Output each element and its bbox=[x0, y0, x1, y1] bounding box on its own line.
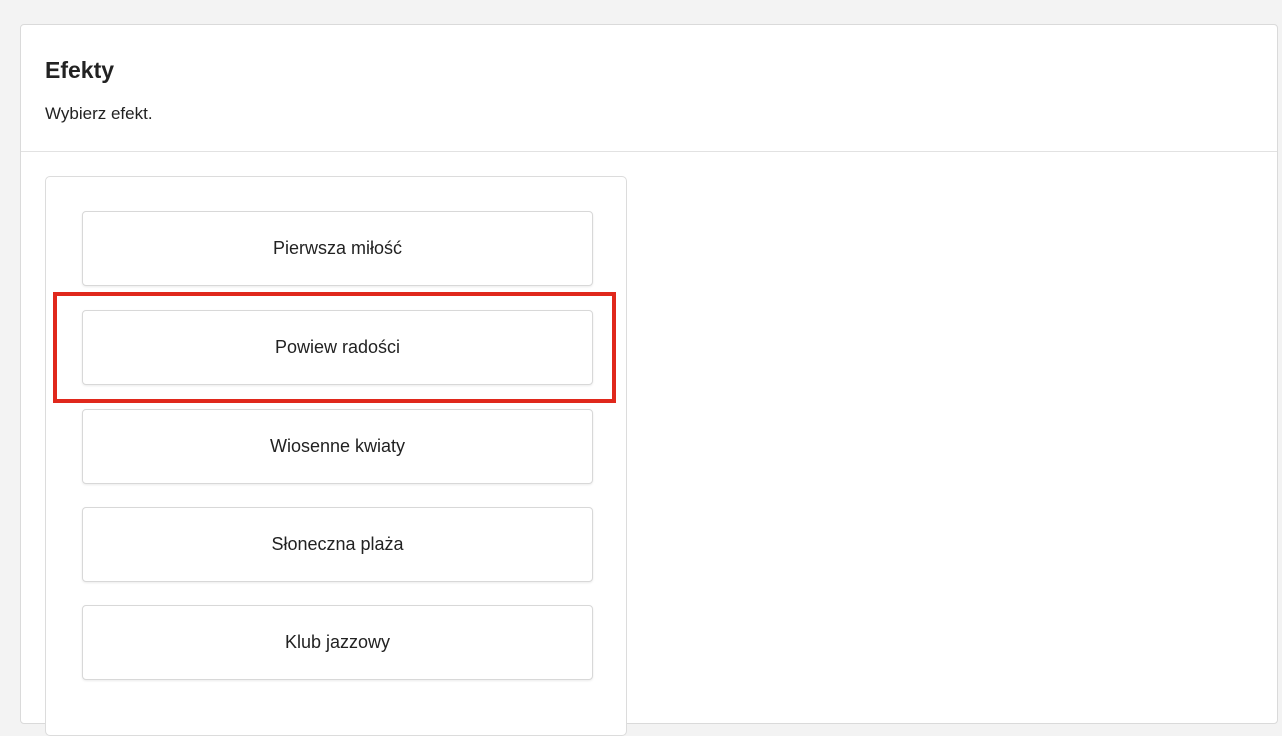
effects-panel: Efekty Wybierz efekt. Pierwsza miłość Po… bbox=[20, 24, 1278, 736]
panel-title: Efekty bbox=[45, 57, 115, 83]
effects-list: Pierwsza miłość Powiew radości Wiosenne … bbox=[45, 176, 627, 736]
effect-button-klub-jazzowy[interactable]: Klub jazzowy bbox=[82, 605, 593, 680]
effect-button-sloneczna-plaza[interactable]: Słoneczna plaża bbox=[82, 507, 593, 582]
effect-button-wiosenne-kwiaty[interactable]: Wiosenne kwiaty bbox=[82, 409, 593, 484]
effect-button-powiew-radosci[interactable]: Powiew radości bbox=[82, 310, 593, 385]
panel-subtitle: Wybierz efekt. bbox=[45, 104, 153, 123]
panel-header: Efekty Wybierz efekt. bbox=[21, 25, 1277, 152]
effect-button-pierwsza-milosc[interactable]: Pierwsza miłość bbox=[82, 211, 593, 286]
